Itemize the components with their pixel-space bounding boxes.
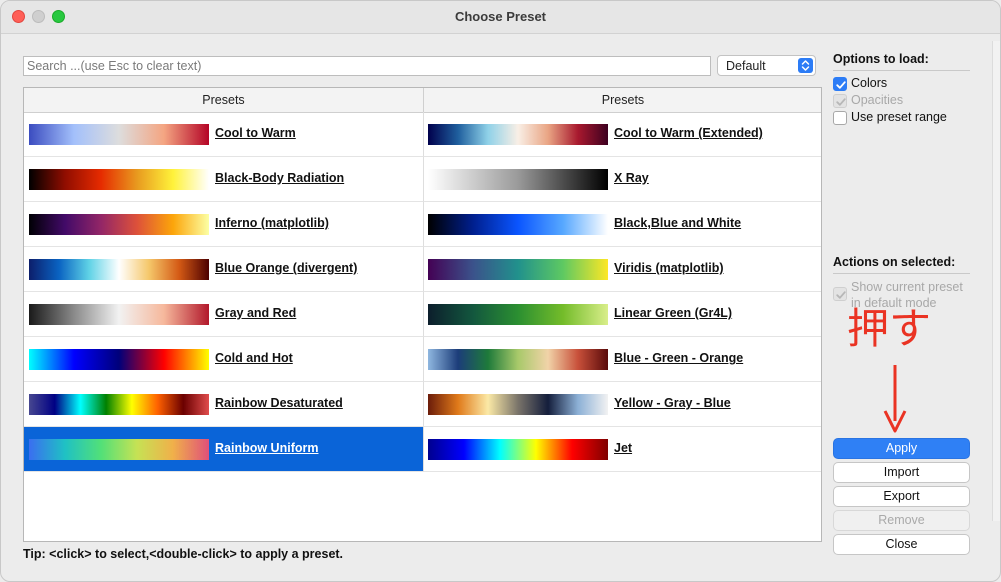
preset-group-select[interactable]: Default [717, 55, 816, 76]
preset-name: Cool to Warm [215, 126, 296, 140]
show-current-preset-line1: Show current preset [851, 280, 963, 294]
options-heading: Options to load: [833, 52, 929, 66]
close-button[interactable]: Close [833, 534, 970, 555]
tip-text: Tip: <click> to select,<double-click> to… [23, 547, 344, 561]
checkmark-icon [833, 77, 847, 91]
apply-button[interactable]: Apply [833, 438, 970, 459]
preset-item[interactable]: Viridis (matplotlib) [424, 247, 821, 292]
colormap-swatch [29, 259, 209, 280]
preset-item[interactable]: Gray and Red [24, 292, 424, 337]
colormap-swatch [29, 439, 209, 460]
preset-name: Inferno (matplotlib) [215, 216, 329, 230]
preset-name: Jet [614, 441, 633, 455]
table-row: Blue Orange (divergent) Viridis (matplotl… [24, 247, 821, 292]
preset-name: Blue - Green - Orange [614, 351, 744, 365]
preset-name: Cool to Warm (Extended) [614, 126, 763, 140]
preset-name: Blue Orange (divergent) [215, 261, 358, 275]
preset-name: Rainbow Desaturated [215, 396, 343, 410]
opacities-label: Opacities [851, 93, 904, 107]
options-divider [833, 70, 970, 71]
colormap-swatch [29, 304, 209, 325]
preset-item[interactable]: Blue Orange (divergent) [24, 247, 424, 292]
preset-item[interactable]: Rainbow Desaturated [24, 382, 424, 427]
colormap-swatch [428, 259, 608, 280]
preset-item[interactable]: Linear Green (Gr4L) [424, 292, 821, 337]
preset-item[interactable]: Cool to Warm (Extended) [424, 112, 821, 157]
preset-item[interactable]: Inferno (matplotlib) [24, 202, 424, 247]
title-bar: Choose Preset [1, 1, 1000, 34]
checkmark-icon [833, 287, 847, 301]
preset-name: Gray and Red [215, 306, 297, 320]
window-title: Choose Preset [454, 9, 547, 24]
annotation-press-text: 押す [847, 304, 932, 353]
checkmark-icon [833, 94, 847, 108]
import-button[interactable]: Import [833, 462, 970, 483]
annotation-arrow-icon [883, 365, 907, 433]
preset-name: Viridis (matplotlib) [614, 261, 724, 275]
table-row: Gray and Red Linear Green (Gr4L) [24, 292, 821, 337]
preset-item[interactable]: Black,Blue and White [424, 202, 821, 247]
colormap-swatch [428, 439, 608, 460]
preset-name: X Ray [614, 171, 649, 185]
preset-item[interactable]: Black-Body Radiation [24, 157, 424, 202]
preset-item[interactable]: Cold and Hot [24, 337, 424, 382]
checkbox-box-icon [833, 111, 847, 125]
preset-name: Rainbow Uniform [215, 441, 319, 455]
export-button[interactable]: Export [833, 486, 970, 507]
colormap-swatch [29, 169, 209, 190]
search-input[interactable] [23, 56, 711, 76]
column-header-presets[interactable]: Presets [424, 88, 821, 112]
table-row: Cold and Hot Blue - Green - Orange [24, 337, 821, 382]
colormap-swatch [29, 349, 209, 370]
colormap-swatch [29, 124, 209, 145]
table-row: Rainbow Uniform Jet [24, 427, 821, 472]
preset-name: Black-Body Radiation [215, 171, 345, 185]
preset-item[interactable]: Yellow - Gray - Blue [424, 382, 821, 427]
preset-name: Cold and Hot [215, 351, 293, 365]
preset-item[interactable]: Rainbow Uniform [24, 427, 424, 472]
preset-item[interactable]: Blue - Green - Orange [424, 337, 821, 382]
preset-item[interactable]: Cool to Warm [24, 112, 424, 157]
window-edge [992, 41, 1000, 521]
preset-group-selected: Default [726, 59, 766, 73]
colormap-swatch [428, 214, 608, 235]
up-down-chevron-icon [798, 58, 813, 73]
actions-divider [833, 273, 970, 274]
presets-table: Presets Presets Cool to Warm Cool to Warm… [23, 87, 822, 542]
colormap-swatch [29, 394, 209, 415]
column-header-presets[interactable]: Presets [24, 88, 424, 112]
colormap-swatch [428, 169, 608, 190]
preset-name: Linear Green (Gr4L) [614, 306, 733, 320]
colormap-swatch [428, 304, 608, 325]
preset-item[interactable]: X Ray [424, 157, 821, 202]
choose-preset-dialog: Choose Preset Default Presets Presets Co… [0, 0, 1001, 582]
table-row: Black-Body Radiation X Ray [24, 157, 821, 202]
colormap-swatch [29, 214, 209, 235]
use-preset-range-label: Use preset range [851, 110, 947, 124]
preset-name: Black,Blue and White [614, 216, 742, 230]
actions-heading: Actions on selected: [833, 255, 956, 269]
table-row: Rainbow Desaturated Yellow - Gray - Blue [24, 382, 821, 427]
preset-name: Yellow - Gray - Blue [614, 396, 731, 410]
colormap-swatch [428, 349, 608, 370]
remove-button: Remove [833, 510, 970, 531]
colormap-swatch [428, 394, 608, 415]
table-row: Cool to Warm Cool to Warm (Extended) [24, 112, 821, 157]
table-header: Presets Presets [24, 88, 821, 113]
table-row: Inferno (matplotlib) Black,Blue and White [24, 202, 821, 247]
colors-label: Colors [851, 76, 888, 90]
preset-item[interactable]: Jet [424, 427, 821, 472]
colormap-swatch [428, 124, 608, 145]
